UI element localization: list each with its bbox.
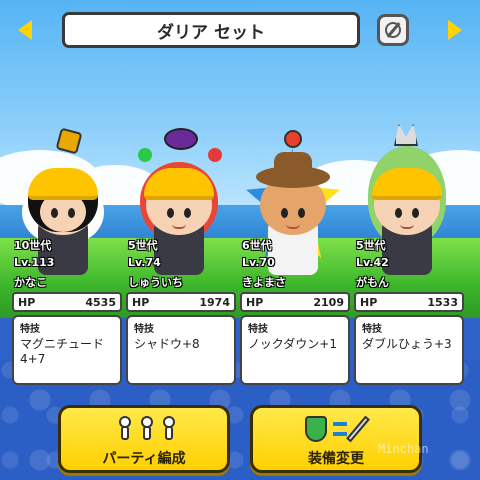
character-name: きよまさ bbox=[242, 276, 286, 289]
level-label: Lv.70 bbox=[242, 256, 275, 269]
hp-label: HP bbox=[18, 296, 36, 309]
skill-label: 特技 bbox=[362, 324, 382, 335]
set-selector-bar: ダリア セット bbox=[0, 10, 480, 52]
level-label: Lv.113 bbox=[14, 256, 55, 269]
cloud-emblem-icon bbox=[164, 128, 198, 150]
skill-label: 特技 bbox=[20, 324, 40, 335]
party-pins-icon bbox=[61, 414, 227, 446]
skill-name: ノックダウン+1 bbox=[248, 337, 337, 351]
change-equipment-button[interactable]: 装備変更 bbox=[250, 405, 422, 473]
skill-name: ダブルひょう+3 bbox=[362, 337, 452, 351]
eye bbox=[184, 208, 191, 218]
yellow-hat bbox=[144, 168, 214, 200]
hp-value: 1533 bbox=[427, 296, 458, 309]
hp-box: HP 4535 bbox=[12, 292, 122, 312]
watermark: Minchan bbox=[378, 442, 429, 456]
swap-arrow-icon bbox=[333, 422, 347, 426]
skill-label: 特技 bbox=[248, 324, 268, 335]
party-formation-label: パーティ編成 bbox=[102, 451, 186, 467]
level-label: Lv.74 bbox=[128, 256, 161, 269]
eye bbox=[298, 208, 305, 218]
skill-emblem-icon bbox=[284, 130, 302, 148]
sword-icon bbox=[346, 415, 370, 443]
skill-emblem-icon bbox=[55, 127, 83, 155]
rename-set-button[interactable] bbox=[377, 14, 409, 46]
swap-arrow-icon bbox=[333, 432, 347, 436]
hp-box: HP 1533 bbox=[354, 292, 464, 312]
eye bbox=[68, 208, 75, 218]
eye bbox=[281, 208, 288, 218]
pin-icon bbox=[139, 416, 155, 444]
eye bbox=[412, 208, 419, 218]
generation-label: 5世代 bbox=[356, 239, 386, 252]
skill-label: 特技 bbox=[134, 324, 154, 335]
antenna-ball bbox=[208, 148, 222, 162]
antenna-ball bbox=[138, 148, 152, 162]
crown-emblem-icon bbox=[394, 124, 418, 146]
eye bbox=[167, 208, 174, 218]
next-set-arrow-icon[interactable] bbox=[448, 20, 462, 40]
skill-name: マグニチュード4+7 bbox=[20, 337, 105, 366]
character-name: しゅういち bbox=[128, 276, 183, 289]
skill-box[interactable]: 特技 ダブルひょう+3 bbox=[354, 315, 464, 385]
set-title: ダリア セット bbox=[62, 12, 360, 48]
hp-value: 4535 bbox=[85, 296, 116, 309]
party-formation-button[interactable]: パーティ編成 bbox=[58, 405, 230, 473]
generation-label: 6世代 bbox=[242, 239, 272, 252]
hp-value: 1974 bbox=[199, 296, 230, 309]
skill-box[interactable]: 特技 マグニチュード4+7 bbox=[12, 315, 122, 385]
shield-icon bbox=[305, 416, 327, 442]
generation-label: 10世代 bbox=[14, 239, 52, 252]
character-name: がもん bbox=[356, 276, 389, 289]
generation-label: 5世代 bbox=[128, 239, 158, 252]
cowboy-hat-crown bbox=[274, 152, 312, 174]
eye bbox=[395, 208, 402, 218]
pin-icon bbox=[117, 416, 133, 444]
skill-box[interactable]: 特技 ノックダウン+1 bbox=[240, 315, 350, 385]
character-name: かなこ bbox=[14, 276, 47, 289]
yellow-hat bbox=[28, 168, 98, 200]
hp-value: 2109 bbox=[313, 296, 344, 309]
hp-box: HP 1974 bbox=[126, 292, 236, 312]
pin-icon bbox=[161, 416, 177, 444]
hp-box: HP 2109 bbox=[240, 292, 350, 312]
hp-label: HP bbox=[246, 296, 264, 309]
yellow-hat bbox=[372, 168, 442, 200]
hp-label: HP bbox=[360, 296, 378, 309]
level-label: Lv.42 bbox=[356, 256, 389, 269]
skill-name: シャドウ+8 bbox=[134, 337, 200, 351]
eye bbox=[51, 208, 58, 218]
skill-box[interactable]: 特技 シャドウ+8 bbox=[126, 315, 236, 385]
previous-set-arrow-icon[interactable] bbox=[18, 20, 32, 40]
hp-label: HP bbox=[132, 296, 150, 309]
